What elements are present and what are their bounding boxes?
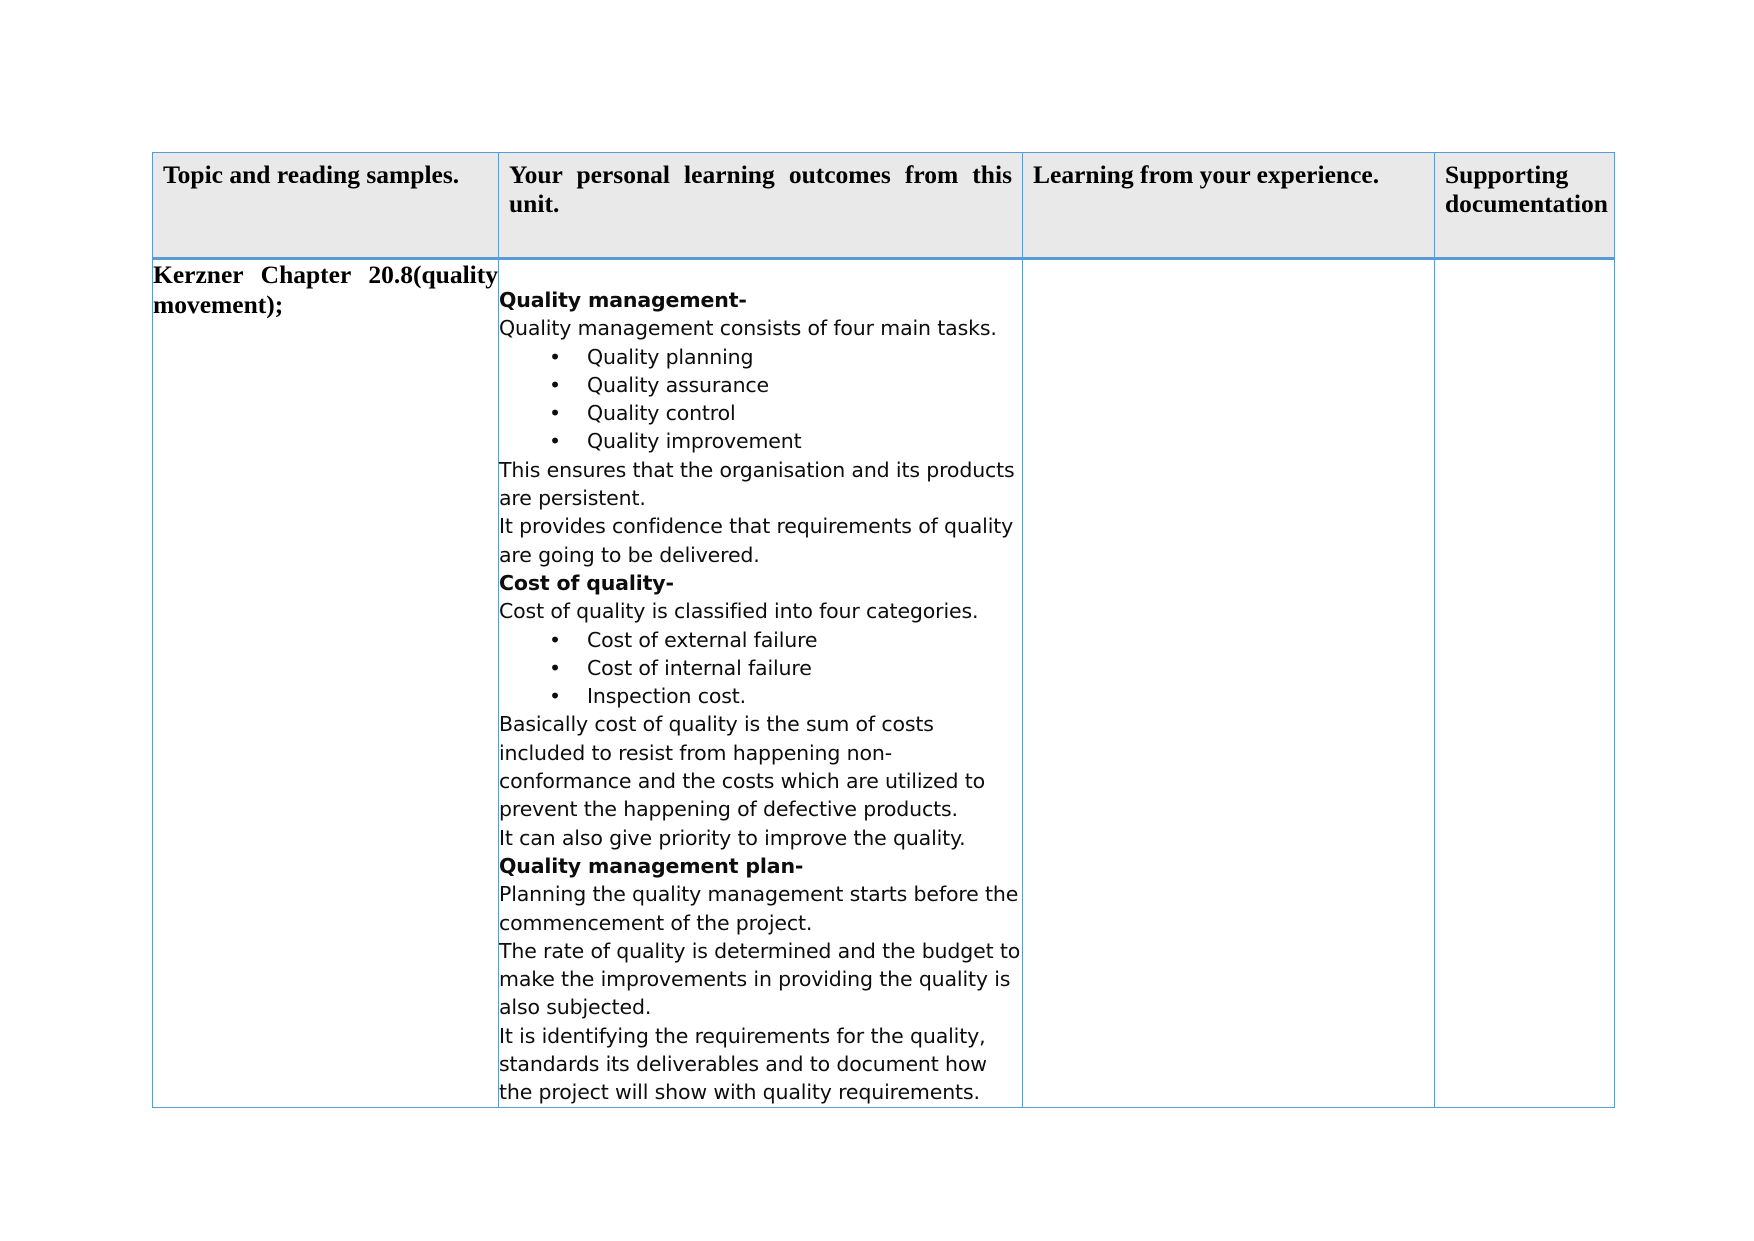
outcomes-bullet-list: • Cost of external failure • Cost of intern… <box>499 626 1022 711</box>
outcomes-paragraph: This ensures that the organisation and i… <box>499 457 1015 511</box>
table-row: Kerzner Chapter 20.8(quality movement); … <box>152 258 1615 1108</box>
column-header-learning-label: Learning from your experience. <box>1033 160 1380 189</box>
cell-learning-from-experience[interactable] <box>1022 258 1435 1108</box>
list-item: • Quality assurance <box>499 371 1022 399</box>
reflective-log-table: Topic and reading samples. Your personal… <box>152 152 1615 1108</box>
outcomes-paragraph: It is identifying the requirements for t… <box>499 1023 987 1105</box>
bullet-icon: • <box>549 429 561 454</box>
outcomes-paragraph: Planning the quality management starts b… <box>499 882 1019 935</box>
list-item: • Quality control <box>499 399 1022 427</box>
table-header-row: Topic and reading samples. Your personal… <box>152 152 1615 260</box>
bullet-icon: • <box>549 372 561 397</box>
cell-learning-outcomes[interactable]: Quality management- Quality management co… <box>498 258 1023 1108</box>
list-item-label: Cost of external failure <box>587 627 818 652</box>
list-item-label: Inspection cost. <box>587 684 747 709</box>
outcomes-paragraph: Cost of quality is classified into four … <box>499 599 979 624</box>
list-item-label: Quality planning <box>587 344 754 369</box>
list-item-label: Quality improvement <box>587 429 802 454</box>
bullet-icon: • <box>549 655 561 680</box>
list-item: • Cost of internal failure <box>499 654 1022 682</box>
outcomes-paragraph: Basically cost of quality is the sum of … <box>499 712 985 822</box>
outcomes-paragraph: The rate of quality is determined and th… <box>499 938 1021 1020</box>
outcomes-subheading: Cost of quality- <box>499 570 674 595</box>
bullet-icon: • <box>549 627 561 652</box>
bullet-icon: • <box>549 401 561 426</box>
column-header-supporting-documentation: Supporting documentation <box>1434 152 1615 260</box>
document-page: Topic and reading samples. Your personal… <box>0 0 1754 1241</box>
list-item: • Cost of external failure <box>499 626 1022 654</box>
column-header-topic: Topic and reading samples. <box>152 152 499 260</box>
outcomes-subheading: Quality management plan- <box>499 853 804 878</box>
outcomes-paragraph: It can also give priority to improve the… <box>499 825 966 850</box>
list-item: • Quality improvement <box>499 427 1022 455</box>
topic-reference-text: Kerzner Chapter 20.8(quality movement); <box>153 260 498 320</box>
bullet-icon: • <box>549 344 561 369</box>
outcomes-paragraph: It provides confidence that requirements… <box>499 514 1014 567</box>
cell-topic[interactable]: Kerzner Chapter 20.8(quality movement); <box>152 258 499 1108</box>
cell-supporting-documentation[interactable] <box>1434 258 1615 1108</box>
column-header-outcomes-label: Your personal learning outcomes from thi… <box>509 160 1012 218</box>
column-header-topic-label: Topic and reading samples. <box>163 160 460 189</box>
column-header-supporting-documentation-label: Supporting documentation <box>1445 160 1608 218</box>
list-item-label: Cost of internal failure <box>587 655 812 680</box>
outcomes-bullet-list: • Quality planning • Quality assurance • Qual… <box>499 343 1022 456</box>
bullet-icon: • <box>549 684 561 709</box>
learning-outcomes-content: Quality management- Quality management co… <box>499 260 1022 1107</box>
outcomes-paragraph: Quality management consists of four main… <box>499 316 997 341</box>
outcomes-subheading: Quality management- <box>499 288 747 312</box>
column-header-learning: Learning from your experience. <box>1022 152 1435 260</box>
list-item: • Quality planning <box>499 343 1022 371</box>
list-item-label: Quality control <box>587 401 736 426</box>
list-item: • Inspection cost. <box>499 682 1022 710</box>
list-item-label: Quality assurance <box>587 372 770 397</box>
column-header-outcomes: Your personal learning outcomes from thi… <box>498 152 1023 260</box>
